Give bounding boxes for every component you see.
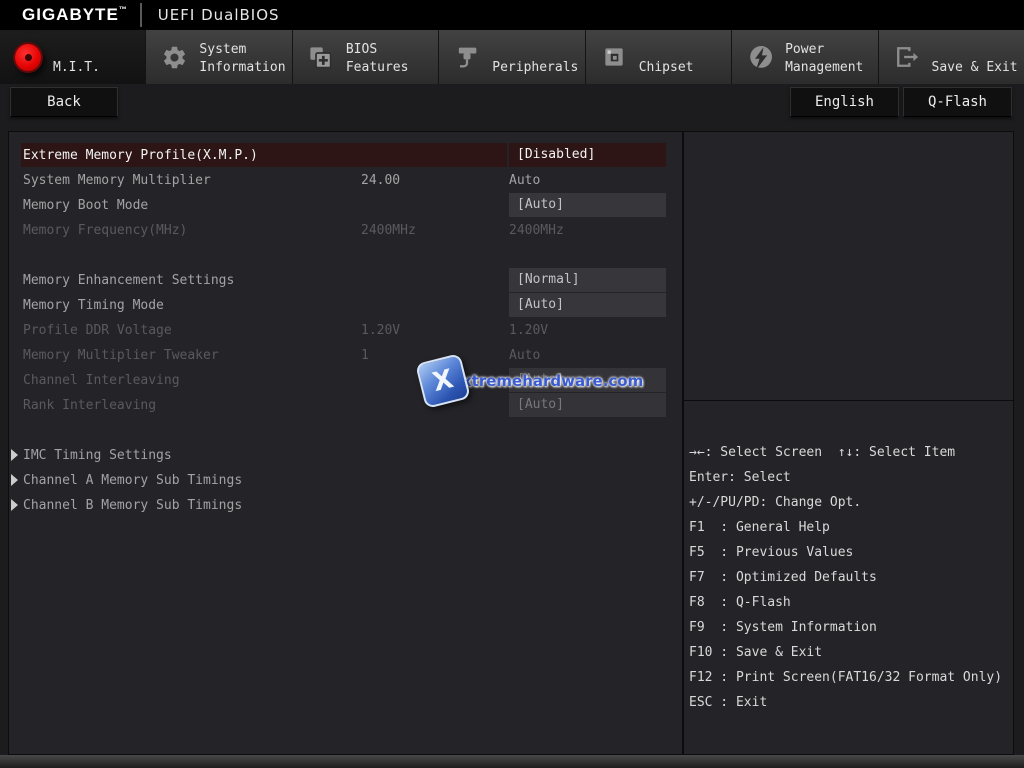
setting-value: Auto <box>509 168 666 193</box>
peripherals-icon <box>452 42 482 72</box>
setting-current-value: 1 <box>361 343 369 368</box>
setting-value[interactable]: [Auto] <box>509 193 666 217</box>
help-line: F12 : Print Screen(FAT16/32 Format Only) <box>689 665 1009 690</box>
setting-label: Extreme Memory Profile(X.M.P.) <box>23 143 258 168</box>
setting-row[interactable]: System Memory Multiplier 24.00 Auto <box>9 168 682 193</box>
tab-label: Chipset <box>639 30 694 84</box>
help-line: F9 : System Information <box>689 615 1009 640</box>
item-help-box <box>684 132 1013 401</box>
submenu-row[interactable]: Channel A Memory Sub Timings <box>9 468 682 493</box>
submenu-row[interactable]: Channel B Memory Sub Timings <box>9 493 682 518</box>
help-line: F5 : Previous Values <box>689 540 1009 565</box>
setting-row[interactable]: Memory Boot Mode [Auto] <box>9 193 682 218</box>
setting-label: Rank Interleaving <box>23 393 156 418</box>
setting-label: Channel A Memory Sub Timings <box>23 468 242 493</box>
tab-bar: M.I.T. SystemInformation BIOSFeatures Perip… <box>0 30 1024 84</box>
mit-dot-icon <box>13 42 43 72</box>
setting-value[interactable]: [Normal] <box>509 268 666 292</box>
setting-label: Memory Enhancement Settings <box>23 268 234 293</box>
setting-label: Channel Interleaving <box>23 368 180 393</box>
bios-screen: GIGABYTE™ UEFI DualBIOS M.I.T. SystemInfo… <box>0 0 1024 768</box>
help-line: F8 : Q-Flash <box>689 590 1009 615</box>
tab-chipset[interactable]: Chipset <box>586 30 732 84</box>
setting-row[interactable]: Memory Timing Mode [Auto] <box>9 293 682 318</box>
submenu-arrow-icon <box>11 474 18 486</box>
language-button[interactable]: English <box>790 87 899 117</box>
firmware-title: UEFI DualBIOS <box>158 6 280 24</box>
tab-power-management[interactable]: PowerManagement <box>732 30 878 84</box>
help-panel: →←: Select Screen ↑↓: Select ItemEnter: … <box>683 131 1014 755</box>
setting-label: Memory Frequency(MHz) <box>23 218 187 243</box>
tab-label: BIOSFeatures <box>346 30 409 84</box>
power-bolt-icon <box>745 42 775 72</box>
save-exit-icon <box>892 42 922 72</box>
trademark: ™ <box>119 5 128 14</box>
tab-label: M.I.T. <box>53 30 100 84</box>
gear-icon <box>159 42 189 72</box>
tab-label: PowerManagement <box>785 30 863 84</box>
setting-label: IMC Timing Settings <box>23 443 172 468</box>
help-line: F1 : General Help <box>689 515 1009 540</box>
qflash-button[interactable]: Q-Flash <box>903 87 1012 117</box>
watermark: X xtremehardware.com <box>420 358 643 404</box>
submenu-arrow-icon <box>11 499 18 511</box>
row-spacer <box>9 418 682 443</box>
chipset-icon <box>599 42 629 72</box>
setting-value[interactable]: [Auto] <box>509 293 666 317</box>
help-line: Enter: Select <box>689 465 1009 490</box>
setting-current-value: 24.00 <box>361 168 400 193</box>
setting-row[interactable]: Profile DDR Voltage 1.20V 1.20V <box>9 318 682 343</box>
tab-system-information[interactable]: SystemInformation <box>146 30 292 84</box>
settings-panel: Extreme Memory Profile(X.M.P.) [Disabled]… <box>8 131 683 755</box>
submenu-arrow-icon <box>11 449 18 461</box>
setting-label: Memory Timing Mode <box>23 293 164 318</box>
tab-label: Peripherals <box>492 30 578 84</box>
setting-row[interactable]: Memory Enhancement Settings [Normal] <box>9 268 682 293</box>
tab-label: Save & Exit <box>932 30 1018 84</box>
row-spacer <box>9 243 682 268</box>
submenu-row[interactable]: IMC Timing Settings <box>9 443 682 468</box>
setting-current-value: 1.20V <box>361 318 400 343</box>
setting-label: System Memory Multiplier <box>23 168 211 193</box>
watermark-x-icon: X <box>415 353 471 409</box>
divider <box>140 3 142 27</box>
setting-label: Channel B Memory Sub Timings <box>23 493 242 518</box>
settings-rows: Extreme Memory Profile(X.M.P.) [Disabled]… <box>9 143 682 518</box>
tab-label: SystemInformation <box>199 30 285 84</box>
tab-save-exit[interactable]: Save & Exit <box>879 30 1024 84</box>
help-line: F7 : Optimized Defaults <box>689 565 1009 590</box>
bios-chip-icon <box>306 42 336 72</box>
watermark-text: xtremehardware.com <box>462 372 643 390</box>
top-bar: GIGABYTE™ UEFI DualBIOS <box>0 0 1024 30</box>
tab-peripherals[interactable]: Peripherals <box>439 30 585 84</box>
help-line: F10 : Save & Exit <box>689 640 1009 665</box>
setting-row[interactable]: Extreme Memory Profile(X.M.P.) [Disabled] <box>9 143 682 168</box>
setting-value: 2400MHz <box>509 218 666 243</box>
footer-strip <box>0 755 1024 768</box>
gigabyte-logo: GIGABYTE™ <box>22 5 128 25</box>
help-line: →←: Select Screen ↑↓: Select Item <box>689 440 1009 465</box>
setting-label: Profile DDR Voltage <box>23 318 172 343</box>
setting-current-value: 2400MHz <box>361 218 416 243</box>
setting-label: Memory Boot Mode <box>23 193 148 218</box>
help-line: ESC : Exit <box>689 690 1009 715</box>
help-line: +/-/PU/PD: Change Opt. <box>689 490 1009 515</box>
tab-mit[interactable]: M.I.T. <box>0 30 146 84</box>
tab-bios-features[interactable]: BIOSFeatures <box>293 30 439 84</box>
setting-label: Memory Multiplier Tweaker <box>23 343 219 368</box>
setting-value[interactable]: [Disabled] <box>509 143 666 167</box>
back-button[interactable]: Back <box>10 87 118 117</box>
setting-value: 1.20V <box>509 318 666 343</box>
setting-row[interactable]: Memory Frequency(MHz) 2400MHz 2400MHz <box>9 218 682 243</box>
key-help-box: →←: Select Screen ↑↓: Select ItemEnter: … <box>684 402 1013 754</box>
